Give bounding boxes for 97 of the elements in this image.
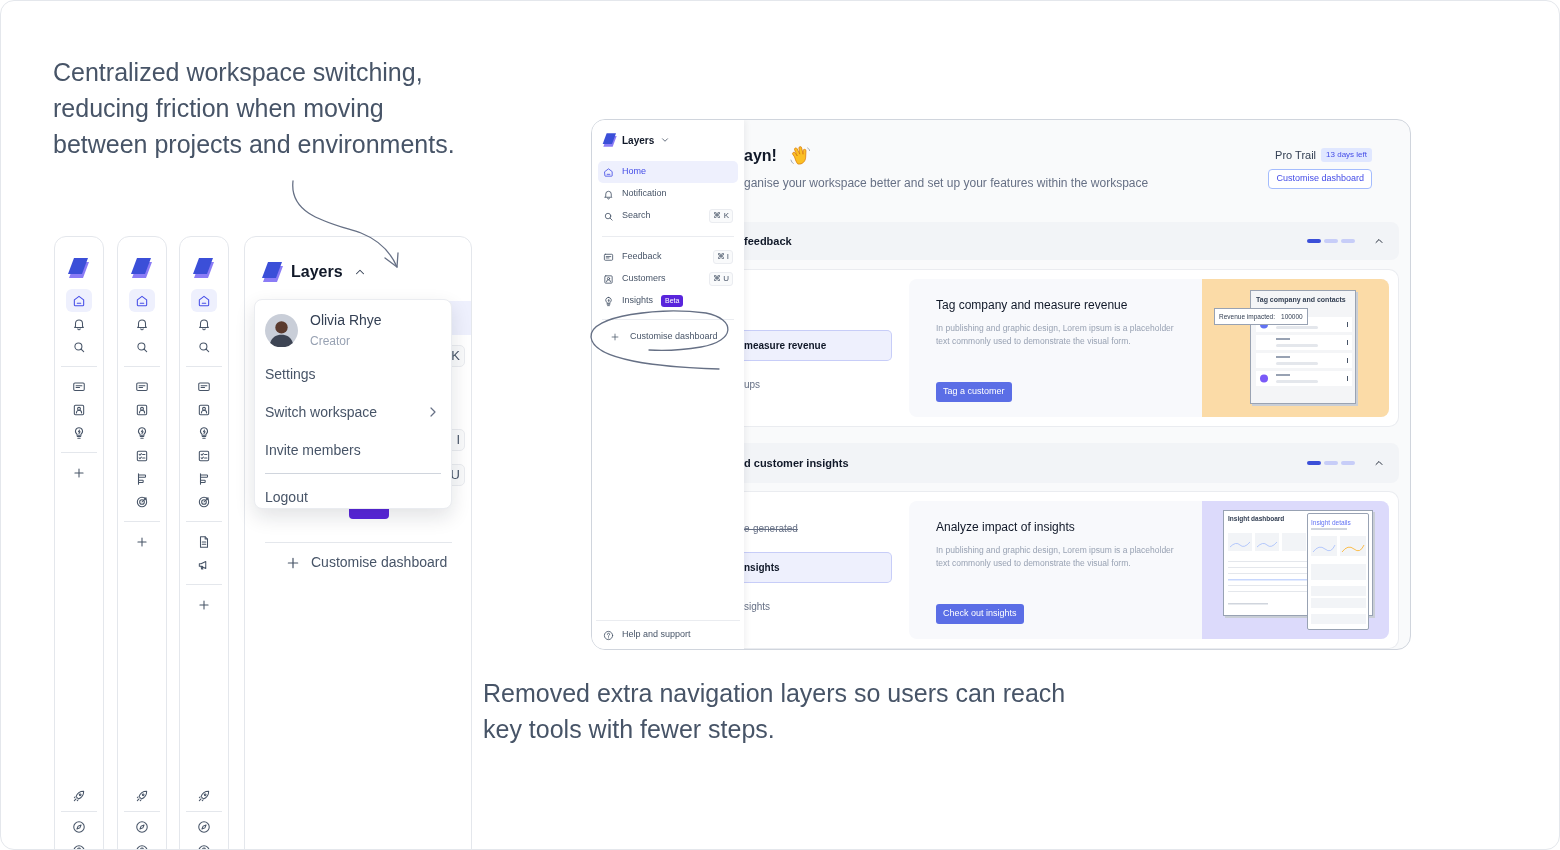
onboarding-step[interactable]: e-generated [744,513,892,544]
section-header[interactable]: feedback [744,222,1399,260]
search-icon [603,210,614,222]
plan-label: Pro Trail [1275,148,1317,163]
shortcut-key: ⌘ I [712,250,733,264]
customise-dashboard-button[interactable]: Customise dashboard [285,552,448,573]
checklist-icon[interactable] [135,448,149,463]
rocket-icon[interactable] [197,789,211,803]
bell-icon [603,188,614,200]
headline-text: between projects and environments. [53,129,455,160]
headline-text: Centralized workspace switching, [53,57,424,88]
logo-icon [130,256,154,280]
rocket-icon[interactable] [135,789,149,803]
chevron-down-icon[interactable] [660,135,671,145]
headline-text: reducing friction when moving [53,93,385,124]
section-title: feedback [744,233,792,249]
card-action-button[interactable]: Check out insights [936,604,1024,624]
customise-dashboard-button[interactable]: Customise dashboard [598,327,738,347]
bell-icon[interactable] [72,316,86,331]
search-icon[interactable] [72,339,86,354]
logo-icon [192,256,216,280]
home-icon [603,166,614,178]
lightbulb-icon [603,295,614,307]
checklist-icon[interactable] [197,448,211,463]
onboarding-step[interactable]: sights [744,591,892,622]
onboarding-step[interactable]: nsights [744,552,892,583]
card-description: In publishing and graphic design, Lorem ipsum is a placeholder text commonly used to demonstrate the visual form. [936,322,1175,348]
nav-item[interactable]: Search ⌘ K [598,205,738,227]
caption-text: Removed extra navigation layers so users can reach [483,678,1066,709]
nav-item[interactable]: Notification [598,183,738,205]
nav-label: Insights [622,294,654,308]
nav-button[interactable] [191,289,217,312]
greeting-title: ayn! [744,146,777,166]
shortcut-key: ⌘ K [709,209,733,223]
trial-badge: 13 days left [1321,148,1372,163]
message-icon[interactable] [72,379,86,394]
nav-item[interactable]: Feedback ⌘ I [598,246,738,268]
nav-label: Customers [622,272,666,286]
message-icon[interactable] [135,379,149,394]
lightbulb-icon[interactable] [72,425,86,440]
logo-icon [261,260,285,284]
message-icon[interactable] [197,379,211,394]
nav-label: Feedback [622,250,662,264]
compass-icon[interactable] [197,820,211,834]
bars-icon[interactable] [135,471,149,486]
avatar [265,313,298,347]
rocket-icon[interactable] [72,789,86,803]
message-icon [603,251,614,263]
logo-icon [67,256,91,280]
lightbulb-icon[interactable] [135,425,149,440]
nav-label: Notification [622,187,667,201]
card-action-button[interactable]: Tag a customer [936,382,1012,402]
onboarding-step[interactable]: measure revenue [744,330,892,361]
nav-label: Search [622,209,651,223]
card-description: In publishing and graphic design, Lorem ipsum is a placeholder text commonly used to demonstrate the visual form. [936,544,1175,570]
workspace-name[interactable]: Layers [622,132,655,148]
nav-button[interactable] [66,289,92,312]
search-icon[interactable] [135,339,149,354]
nav-item[interactable]: Home [598,161,738,183]
section-title: d customer insights [744,455,849,471]
bars-icon[interactable] [197,471,211,486]
document-icon[interactable] [197,534,211,549]
bell-icon[interactable] [197,316,211,331]
workspace-name[interactable]: Layers [291,260,343,284]
contact-card-icon [603,273,614,285]
user-name: Olivia Rhye [310,311,382,329]
plus-icon [610,332,620,342]
nav-button[interactable] [129,289,155,312]
subtitle-text: ganise your workspace better and set up your features within the workspace [744,175,1149,192]
contact-card-icon[interactable] [72,402,86,417]
home-icon[interactable] [197,293,211,308]
compass-icon[interactable] [72,820,86,834]
lightbulb-icon[interactable] [197,425,211,440]
onboarding-step[interactable]: ups [744,369,892,400]
search-icon[interactable] [197,339,211,354]
logo-icon [602,132,618,148]
help-link[interactable]: Help and support [622,628,691,642]
card-title: Tag company and measure revenue [936,297,1129,314]
nav-item[interactable]: Customers ⌘ U [598,268,738,290]
waving-hand-icon [788,145,811,167]
contact-card-icon[interactable] [197,402,211,417]
home-icon[interactable] [135,293,149,308]
nav-label: Home [622,165,646,179]
target-icon[interactable] [135,494,149,509]
menu-item[interactable]: Switch workspace [265,393,441,431]
shortcut-key: ⌘ U [709,272,733,286]
card-title: Analyze impact of insights [936,519,1076,536]
caption-text: key tools with fewer steps. [483,714,776,745]
section-header[interactable]: d customer insights [744,443,1399,483]
help-icon[interactable] [603,629,614,641]
home-icon[interactable] [72,293,86,308]
bell-icon[interactable] [135,316,149,331]
user-role: Creator [310,333,351,349]
contact-card-icon[interactable] [135,402,149,417]
target-icon[interactable] [197,494,211,509]
customise-dashboard-button[interactable]: Customise dashboard [1268,168,1372,189]
compass-icon[interactable] [135,820,149,834]
